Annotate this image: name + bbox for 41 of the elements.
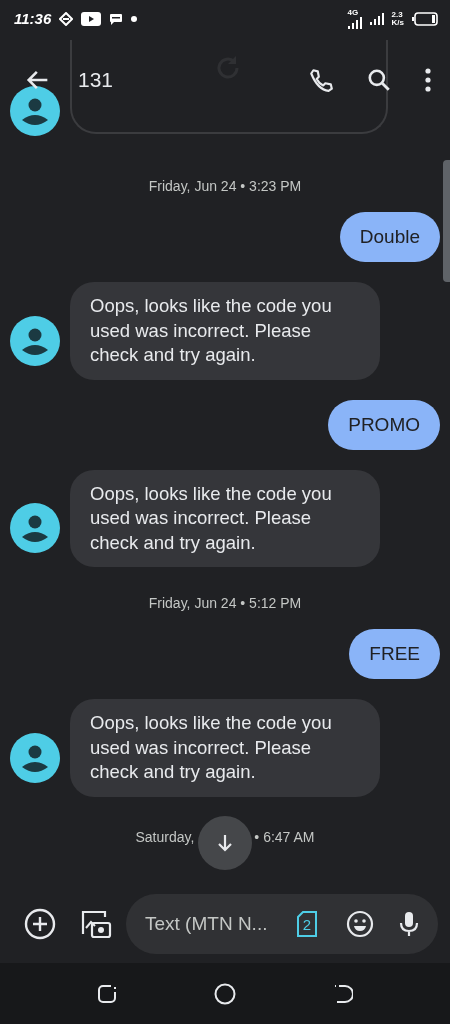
microphone-icon bbox=[398, 910, 420, 938]
date-separator: Saturday, bbox=[135, 827, 195, 847]
received-message: Oops, looks like the code you used was incorrect. Please check and try again. bbox=[70, 282, 380, 380]
more-icon bbox=[424, 67, 432, 93]
avatar-icon bbox=[10, 503, 60, 553]
battery-icon bbox=[412, 12, 438, 26]
network-type: 4G bbox=[347, 9, 360, 17]
sent-message: Double bbox=[339, 212, 440, 262]
speed-unit: K/s bbox=[391, 19, 404, 27]
scrollbar[interactable] bbox=[443, 160, 450, 282]
sent-message: FREE bbox=[349, 629, 440, 679]
contact-name: 131 bbox=[78, 67, 114, 94]
search-icon bbox=[366, 67, 392, 93]
plus-circle-icon bbox=[24, 908, 56, 940]
message-input[interactable]: Text (MTN N... 2 bbox=[126, 894, 438, 954]
signal-icon bbox=[347, 17, 362, 29]
dot-icon bbox=[131, 16, 138, 22]
received-message: Oops, looks like the code you used was incorrect. Please check and try again. bbox=[70, 699, 380, 797]
home-icon bbox=[214, 982, 236, 1005]
sim-icon[interactable]: 2 bbox=[296, 911, 318, 937]
recents-icon bbox=[96, 983, 117, 1004]
avatar-icon bbox=[10, 732, 60, 783]
sent-message: PROMO bbox=[328, 399, 440, 450]
signal-icon bbox=[369, 13, 384, 25]
date-separator: Friday, Jun 24 • 3:23 PM bbox=[147, 177, 303, 196]
phone-icon bbox=[308, 67, 334, 93]
scroll-down-button[interactable] bbox=[198, 816, 252, 870]
avatar-icon bbox=[10, 315, 60, 366]
avatar-icon bbox=[10, 86, 60, 136]
received-message: Oops, looks like the code you used was incorrect. Please check and try again. bbox=[70, 469, 380, 567]
arrow-down-icon bbox=[215, 833, 235, 853]
date-separator: • 6:47 AM bbox=[254, 827, 315, 847]
smiley-icon bbox=[346, 910, 374, 938]
status-time: 11:36 bbox=[14, 8, 52, 29]
back-nav-icon bbox=[333, 983, 354, 1004]
message-icon bbox=[109, 13, 124, 25]
diamond-icon bbox=[59, 12, 74, 26]
play-icon bbox=[81, 12, 102, 26]
date-separator: Friday, Jun 24 • 5:12 PM bbox=[147, 594, 303, 613]
gallery-camera-icon bbox=[80, 908, 112, 940]
speed-value: 2.3 bbox=[391, 11, 404, 19]
